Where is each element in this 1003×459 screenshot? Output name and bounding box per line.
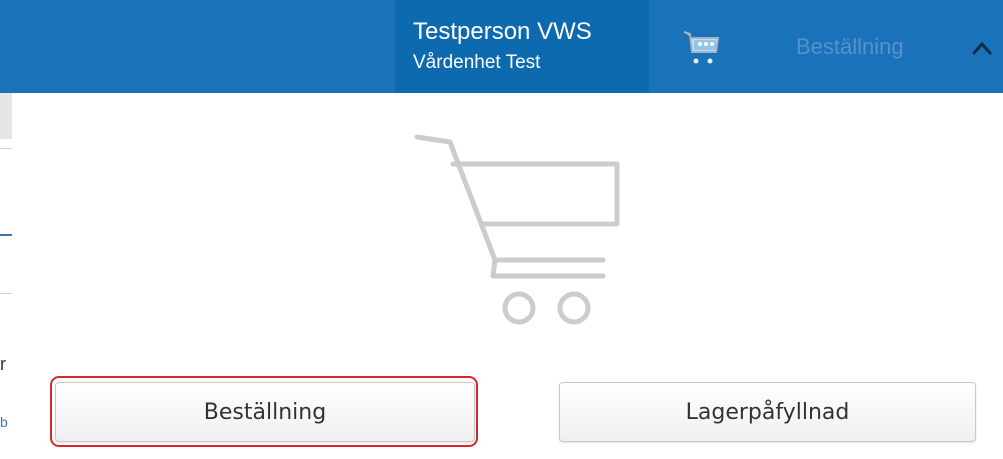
user-menu[interactable]: Testperson VWS Vårdenhet Test bbox=[395, 0, 649, 93]
left-panel-edge: r b bbox=[0, 93, 12, 459]
user-name: Testperson VWS bbox=[413, 18, 592, 45]
divider bbox=[0, 293, 12, 294]
left-panel-shade bbox=[0, 93, 12, 139]
chevron-up-icon[interactable] bbox=[970, 38, 994, 58]
order-button[interactable]: Beställning bbox=[55, 382, 475, 442]
divider bbox=[0, 234, 12, 236]
truncated-text: r bbox=[0, 354, 6, 374]
divider bbox=[0, 148, 12, 149]
shopping-cart-icon[interactable] bbox=[680, 28, 724, 68]
care-unit-name: Vårdenhet Test bbox=[413, 52, 541, 73]
empty-cart-icon bbox=[414, 134, 620, 325]
order-menu-label[interactable]: Beställning bbox=[796, 34, 904, 60]
top-navigation-bar: Testperson VWS Vårdenhet Test Beställnin… bbox=[0, 0, 1003, 93]
truncated-link[interactable]: b bbox=[0, 415, 8, 429]
restock-button[interactable]: Lagerpåfyllnad bbox=[559, 382, 976, 442]
